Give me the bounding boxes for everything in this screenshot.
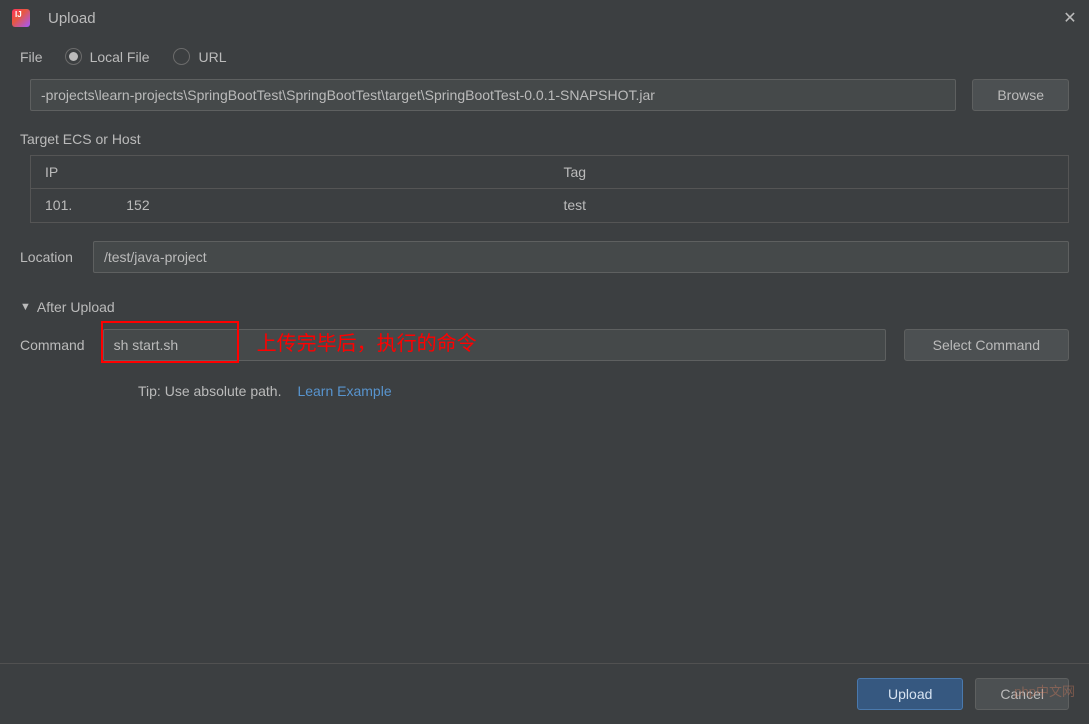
radio-selected-icon <box>65 48 82 65</box>
col-ip[interactable]: IP <box>31 156 550 189</box>
dialog-title: Upload <box>48 10 96 27</box>
titlebar: Upload ✕ <box>0 0 1089 36</box>
location-input[interactable] <box>93 241 1069 273</box>
after-upload-header[interactable]: ▼ After Upload <box>20 299 1069 315</box>
file-label: File <box>20 49 43 65</box>
close-icon[interactable]: ✕ <box>1063 11 1077 25</box>
cell-ip: 101.152 <box>31 189 550 222</box>
target-table: IP Tag 101.152 test <box>30 155 1069 223</box>
radio-local-file[interactable]: Local File <box>65 48 150 65</box>
redacted-ip <box>74 198 124 214</box>
radio-local-label: Local File <box>90 49 150 65</box>
after-upload-label: After Upload <box>37 299 115 315</box>
radio-url[interactable]: URL <box>173 48 226 65</box>
radio-unselected-icon <box>173 48 190 65</box>
tip-text: Tip: Use absolute path. <box>138 383 281 399</box>
cancel-button[interactable]: Cancel <box>975 678 1069 710</box>
target-label: Target ECS or Host <box>20 131 1069 147</box>
select-command-button[interactable]: Select Command <box>904 329 1069 361</box>
file-path-input[interactable] <box>30 79 956 111</box>
col-tag[interactable]: Tag <box>550 156 1069 189</box>
chevron-down-icon: ▼ <box>20 301 31 313</box>
cell-tag: test <box>550 189 1069 222</box>
browse-button[interactable]: Browse <box>972 79 1069 111</box>
learn-example-link[interactable]: Learn Example <box>297 383 391 399</box>
location-label: Location <box>20 249 73 265</box>
table-row[interactable]: 101.152 test <box>31 189 1068 222</box>
command-label: Command <box>20 337 85 353</box>
radio-url-label: URL <box>198 49 226 65</box>
app-icon <box>12 9 30 27</box>
command-input[interactable] <box>103 329 886 361</box>
dialog-footer: Upload Cancel <box>0 663 1089 724</box>
upload-button[interactable]: Upload <box>857 678 963 710</box>
